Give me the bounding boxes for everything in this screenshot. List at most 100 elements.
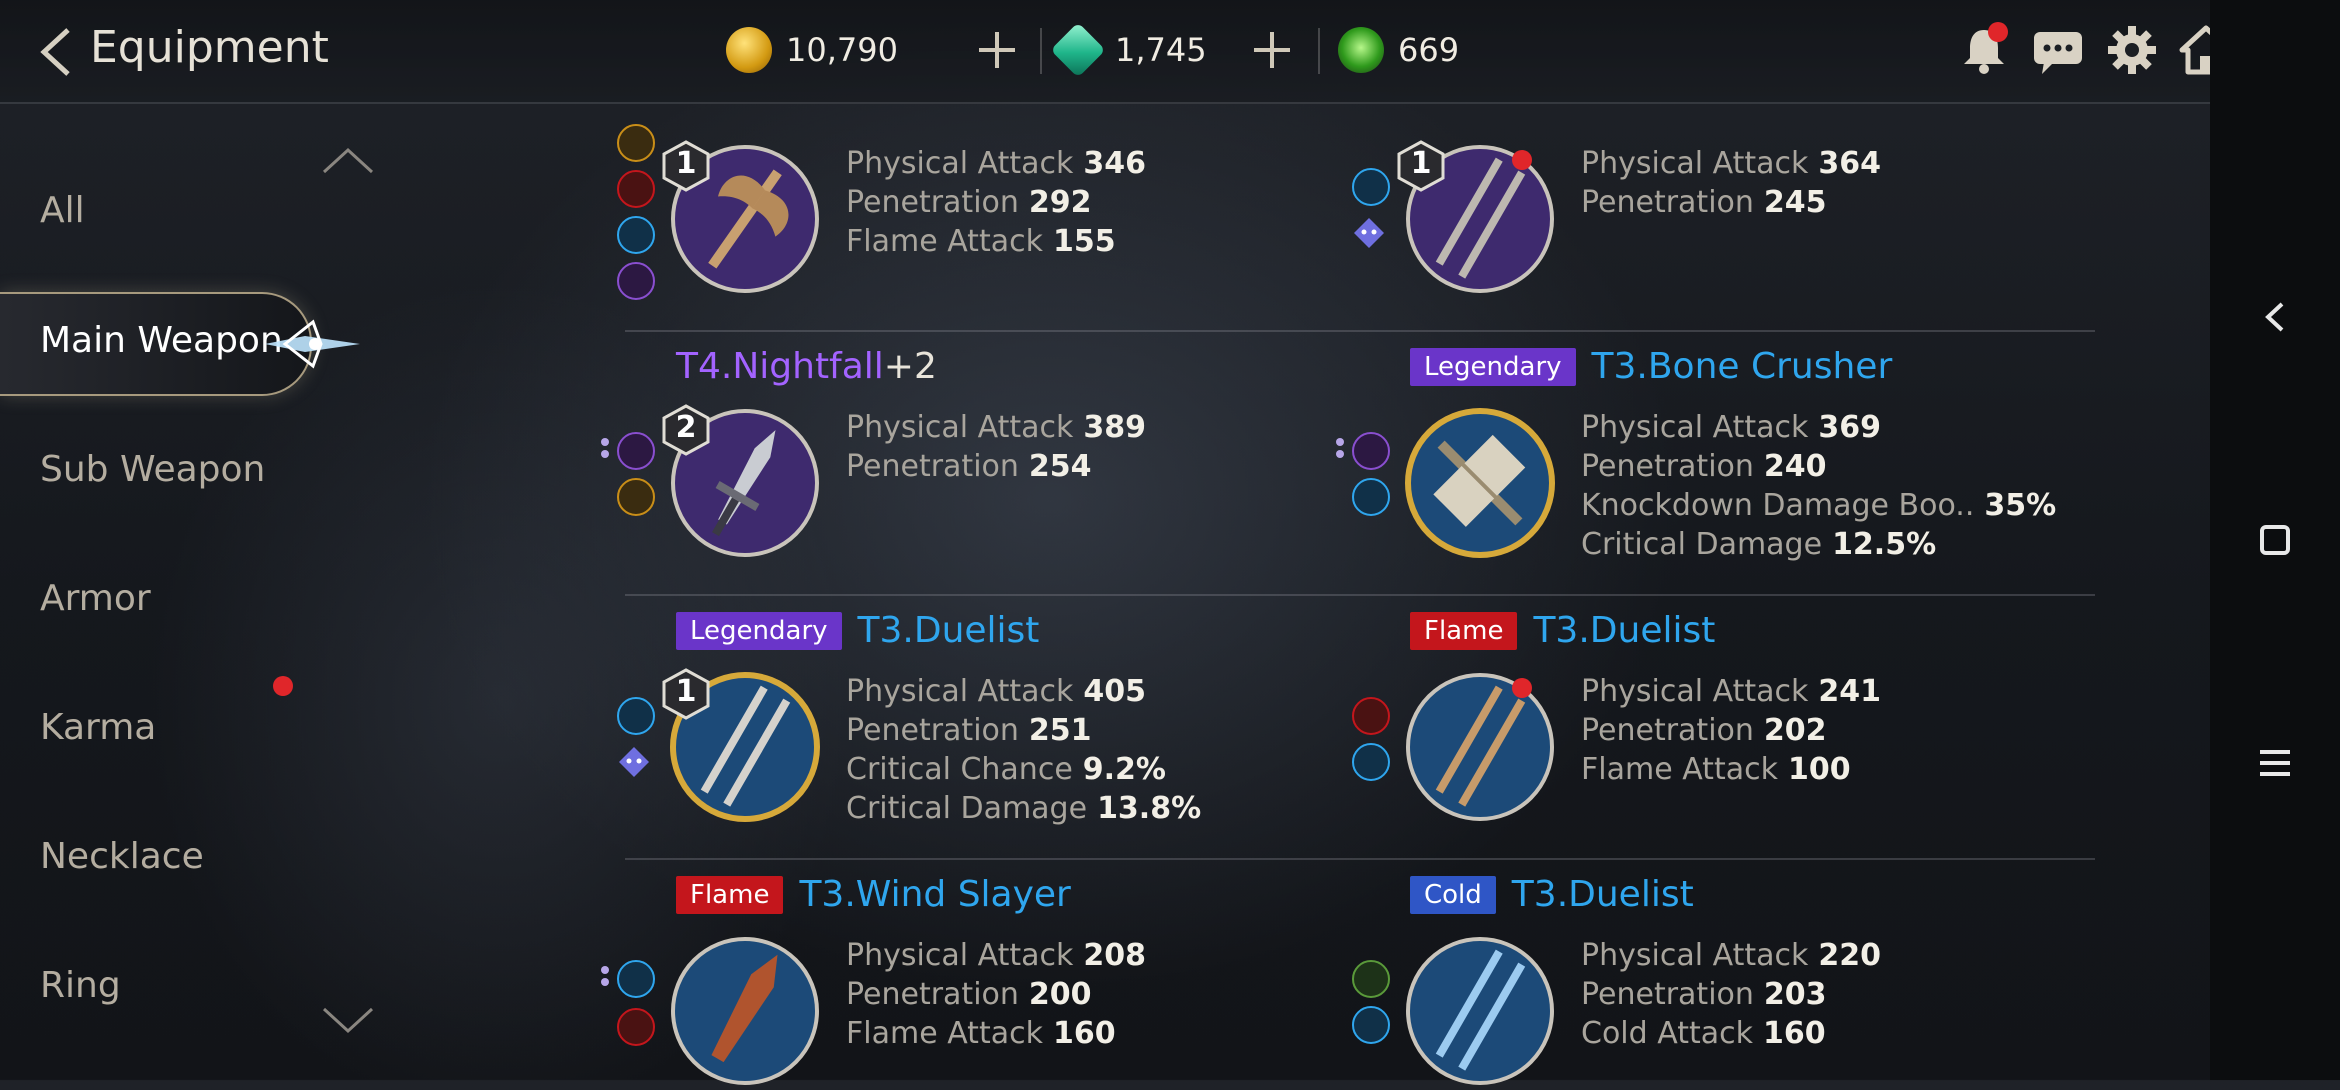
gear-icon <box>2108 26 2156 74</box>
item-name: T3.Duelist <box>857 610 1040 651</box>
sidebar-item-label: Main Weapon <box>40 320 283 361</box>
scroll-down-button[interactable] <box>320 1005 376 1035</box>
item-title: Cold T3.Duelist <box>1410 874 1694 915</box>
settings-button[interactable] <box>2104 22 2160 78</box>
row-divider <box>625 858 2095 860</box>
gold-coin-icon <box>726 27 772 73</box>
gold-amount: 10,790 <box>786 31 898 69</box>
item-name: T4.Nightfall <box>676 346 884 387</box>
wind-rune-icon <box>1352 1006 1390 1044</box>
chevron-down-icon <box>322 1007 374 1034</box>
item-stats: Physical Attack 208 Penetration 200 Flame … <box>846 938 1146 1051</box>
crystal-amount: 1,745 <box>1115 31 1207 69</box>
item-title: Legendary T3.Duelist <box>676 610 1039 651</box>
add-gold-button[interactable] <box>975 28 1019 72</box>
wind-rune-icon <box>1352 478 1390 516</box>
page-title: Equipment <box>90 22 329 73</box>
nav-recents-button[interactable] <box>2250 738 2300 788</box>
wind-rune-icon <box>1352 168 1390 206</box>
chevron-left-icon <box>2265 302 2284 332</box>
chat-button[interactable] <box>2030 22 2086 78</box>
notification-dot <box>1988 22 2008 42</box>
element-badge: Flame <box>1410 611 1518 650</box>
chevron-left-icon <box>40 28 70 76</box>
top-bar: Equipment 10,790 1,745 669 <box>0 0 2233 104</box>
notification-button[interactable] <box>1956 22 2012 78</box>
new-item-dot <box>1512 150 1532 170</box>
spirit-rune-icon <box>617 262 655 300</box>
item-stats: Physical Attack 220 Penetration 203 Cold A… <box>1581 938 1881 1051</box>
item-stats: Physical Attack 389 Penetration 254 <box>846 410 1146 484</box>
upgrade-level-badge: 1 <box>660 140 712 192</box>
menu-icon <box>2260 750 2290 776</box>
upgrade-level-badge: 2 <box>660 404 712 456</box>
item-stats: Physical Attack 364 Penetration 245 <box>1581 146 1881 220</box>
weapon-icon <box>1405 672 1555 822</box>
energy-amount: 669 <box>1398 31 1460 69</box>
energy-currency: 669 <box>1338 18 1459 82</box>
spirit-mask-icon <box>1352 216 1386 250</box>
item-stats: Physical Attack 405 Penetration 251 Critic… <box>846 674 1202 826</box>
green-crystal-icon <box>1050 22 1106 78</box>
divider <box>1318 28 1320 74</box>
sidebar-item-armor[interactable]: Armor <box>40 578 151 619</box>
spirit-mask-icon <box>617 745 651 779</box>
spirit-rune-icon <box>1352 432 1390 470</box>
gold-rune-icon <box>617 124 655 162</box>
scroll-up-button[interactable] <box>320 146 376 176</box>
item-name: T3.Duelist <box>1511 874 1694 915</box>
gold-currency: 10,790 <box>726 18 898 82</box>
item-stats: Physical Attack 346 Penetration 292 Flame … <box>846 146 1146 259</box>
nature-rune-icon <box>1352 960 1390 998</box>
weapon-icon <box>1405 408 1555 558</box>
sidebar-item-karma[interactable]: Karma <box>40 707 156 748</box>
more-options-icon[interactable] <box>601 964 611 988</box>
flame-rune-icon <box>617 1008 655 1046</box>
sidebar-item-all[interactable]: All <box>40 190 85 231</box>
sidebar-item-ring[interactable]: Ring <box>40 965 121 1006</box>
item-stats: Physical Attack 369 Penetration 240 Knockd… <box>1581 410 2057 562</box>
karma-notification-dot <box>273 676 293 696</box>
row-divider <box>625 594 2095 596</box>
add-crystal-button[interactable] <box>1250 28 1294 72</box>
row-divider <box>625 330 2095 332</box>
more-options-icon[interactable] <box>601 436 611 460</box>
system-navigation-bar <box>2210 0 2340 1080</box>
divider <box>1040 28 1042 74</box>
square-icon <box>2260 525 2290 555</box>
element-badge: Cold <box>1410 875 1496 914</box>
weapon-icon <box>670 936 820 1086</box>
grade-badge: Legendary <box>1410 347 1576 386</box>
new-item-dot <box>1512 678 1532 698</box>
gold-rune-icon <box>617 478 655 516</box>
crystal-currency: 1,745 <box>1050 18 1207 82</box>
item-title: Flame T3.Wind Slayer <box>676 874 1071 915</box>
wind-rune-icon <box>1352 743 1390 781</box>
item-title: Flame T3.Duelist <box>1410 610 1715 651</box>
element-badge: Flame <box>676 875 784 914</box>
item-name: T3.Bone Crusher <box>1591 346 1893 387</box>
item-name: T3.Duelist <box>1533 610 1716 651</box>
chevron-up-icon <box>322 147 374 174</box>
sidebar-item-main-weapon[interactable]: Main Weapon <box>0 292 360 396</box>
flame-rune-icon <box>617 170 655 208</box>
more-options-icon[interactable] <box>1336 436 1346 460</box>
wind-rune-icon <box>617 697 655 735</box>
chat-icon <box>2034 32 2082 74</box>
upgrade-level-badge: 1 <box>660 668 712 720</box>
nav-back-button[interactable] <box>2250 292 2300 342</box>
nav-home-button[interactable] <box>2250 515 2300 565</box>
sidebar-item-sub-weapon[interactable]: Sub Weapon <box>40 449 265 490</box>
wind-rune-icon <box>617 216 655 254</box>
upgrade-level-badge: 1 <box>1395 140 1447 192</box>
item-stats: Physical Attack 241 Penetration 202 Flame … <box>1581 674 1881 787</box>
weapon-icon <box>1405 936 1555 1086</box>
item-name: T3.Wind Slayer <box>799 874 1071 915</box>
wind-rune-icon <box>617 960 655 998</box>
item-title: Legendary T3.Bone Crusher <box>1410 346 1892 387</box>
selection-spark-icon <box>265 319 360 369</box>
sidebar-item-necklace[interactable]: Necklace <box>40 836 204 877</box>
item-title: T4.Nightfall +2 <box>676 346 937 387</box>
green-energy-icon <box>1338 27 1384 73</box>
back-button[interactable] <box>36 26 76 78</box>
